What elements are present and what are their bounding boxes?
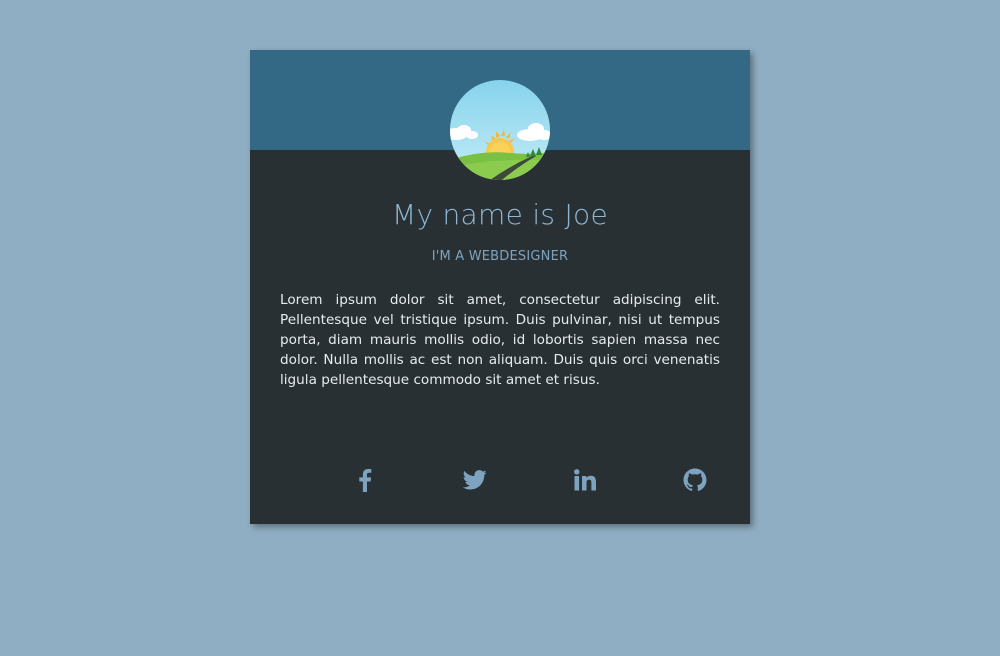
github-link[interactable] xyxy=(680,466,710,494)
avatar xyxy=(450,80,550,180)
profile-name: My name is Joe xyxy=(391,198,609,231)
facebook-link[interactable] xyxy=(350,466,380,494)
twitter-link[interactable] xyxy=(460,466,490,494)
github-icon xyxy=(683,468,707,491)
profile-bio: Lorem ipsum dolor sit amet, consectetur … xyxy=(280,292,720,388)
social-links xyxy=(280,466,720,494)
linkedin-icon xyxy=(574,469,596,491)
linkedin-link[interactable] xyxy=(570,466,600,494)
profile-role: I'M A WEBDESIGNER xyxy=(431,249,569,264)
profile-card: My name is Joe I'M A WEBDESIGNER Lorem i… xyxy=(250,50,750,524)
twitter-icon xyxy=(463,470,487,490)
facebook-icon xyxy=(359,469,372,492)
